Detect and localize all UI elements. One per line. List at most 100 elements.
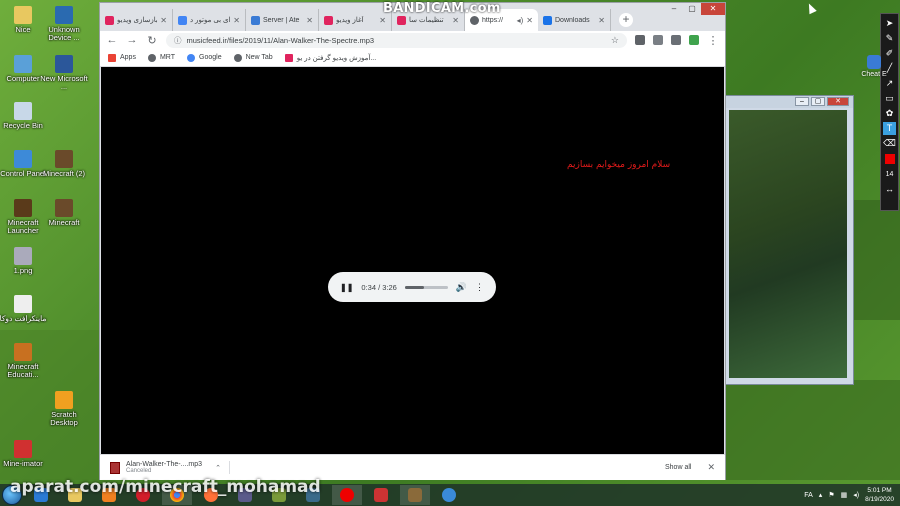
playlist-icon[interactable] <box>671 35 681 45</box>
desktop-icon-cheat[interactable]: Cheat E <box>854 55 894 78</box>
pause-icon[interactable]: ❚❚ <box>340 283 353 292</box>
bookmark-star-icon[interactable]: ☆ <box>611 35 619 46</box>
close-tab-icon[interactable]: ✕ <box>452 16 459 25</box>
bookmark-new-tab[interactable]: New Tab <box>233 53 273 62</box>
volume-icon[interactable]: 🔊 <box>456 282 467 293</box>
network-icon[interactable]: ▦ <box>841 491 848 499</box>
minecraft-icon <box>408 488 422 502</box>
recycle-bin-icon <box>14 102 32 120</box>
desktop-icon-persian-file[interactable]: ماینکرافت دوکا <box>0 295 50 323</box>
minecraft-icon <box>14 199 32 217</box>
close-tab-icon[interactable]: ✕ <box>379 16 386 25</box>
show-all-button[interactable]: Show all <box>665 464 707 471</box>
creeper-avatar-icon[interactable] <box>689 35 699 45</box>
size-value[interactable]: 14 <box>883 168 896 181</box>
google-icon <box>178 15 187 25</box>
flag-icon[interactable]: ⚑ <box>828 491 834 499</box>
desktop-icon-recycle-bin[interactable]: Recycle Bin <box>0 102 50 130</box>
navigation-toolbar: ← → ↻ ⓘ musicfeed.ir/files/2019/11/Alan-… <box>100 31 725 49</box>
apps-grid-icon <box>108 53 116 62</box>
desktop-icon-png[interactable]: 1.png <box>0 247 50 275</box>
eraser-tool-icon[interactable]: ⌫ <box>883 137 896 150</box>
browser-tab[interactable]: Downloads ✕ <box>538 9 611 31</box>
browser-tab[interactable]: ای بی موتور د ✕ <box>173 9 246 31</box>
close-tab-icon[interactable]: ✕ <box>598 16 605 25</box>
reload-icon[interactable]: ↻ <box>146 34 158 47</box>
menu-kebab-icon[interactable]: ⋮ <box>707 34 719 47</box>
text-file-icon <box>14 295 32 313</box>
chevron-up-icon[interactable]: ⌃ <box>215 464 221 472</box>
page-viewport[interactable]: سلام امروز میخوایم بسازیم ❚❚ 0:34 / 3:26… <box>101 67 724 454</box>
seek-bar[interactable] <box>404 285 448 289</box>
close-button[interactable]: ✕ <box>701 3 725 15</box>
desktop-icon-minecraft-2[interactable]: Minecraft (2) <box>37 150 91 178</box>
taskbar-paint[interactable] <box>366 485 396 505</box>
url-text: musicfeed.ir/files/2019/11/Alan-Walker-T… <box>186 35 375 45</box>
desktop-icon-label: ماینکرافت دوکا <box>0 314 47 323</box>
download-status: Canceled <box>126 468 152 474</box>
back-icon[interactable]: ← <box>106 34 118 46</box>
desktop-icon-label: Cheat E <box>861 71 887 78</box>
globe-icon <box>470 15 479 25</box>
record-icon <box>340 488 354 502</box>
text-tool-icon[interactable]: T <box>883 122 896 135</box>
pen-tool-icon[interactable]: ✎ <box>883 32 896 45</box>
game-view[interactable] <box>729 110 847 378</box>
close-tab-icon[interactable]: ✕ <box>526 16 533 25</box>
desktop-icon-unknown-device[interactable]: Unknown Device ... <box>37 6 91 42</box>
desktop-icon-label: Mine-imator <box>3 459 43 468</box>
puzzle-icon[interactable] <box>653 35 663 45</box>
extension-icon[interactable] <box>635 35 645 45</box>
pointer-tool-icon[interactable]: ➤ <box>883 17 896 30</box>
taskbar-app[interactable] <box>434 485 464 505</box>
download-item[interactable]: Alan-Walker-The-....mp3 Canceled ⌃ <box>110 461 230 474</box>
collapse-palette-icon[interactable]: ↔ <box>883 183 896 196</box>
browser-tab[interactable]: بازسازی ویدیو ✕ <box>100 9 173 31</box>
taskbar-bandicam[interactable] <box>332 485 362 505</box>
close-shelf-icon[interactable]: ✕ <box>707 462 715 473</box>
desktop-icon-mine-imator[interactable]: Mine-imator <box>0 440 50 468</box>
desktop-icon-minecraft-education[interactable]: Minecraft Educati... <box>0 343 50 379</box>
language-indicator[interactable]: FA <box>804 492 813 499</box>
browser-tab[interactable]: آغاز ویدیو ✕ <box>319 9 392 31</box>
bookmark-google[interactable]: Google <box>187 53 222 62</box>
desktop-icon-label: Minecraft <box>48 218 80 227</box>
info-icon[interactable]: ⓘ <box>174 35 182 46</box>
minimize-button[interactable]: – <box>665 3 683 15</box>
desktop-icon-minecraft[interactable]: Minecraft <box>37 199 91 227</box>
speaker-icon[interactable]: ◂) <box>517 16 524 25</box>
tray-chevron-icon[interactable]: ▴ <box>819 491 823 499</box>
desktop-icon-label: Nice <box>15 25 31 34</box>
desktop-icon-label: Minecraft (2) <box>42 169 86 178</box>
stamp-tool-icon[interactable]: ✿ <box>883 107 896 120</box>
close-tab-icon[interactable]: ✕ <box>306 16 313 25</box>
color-swatch[interactable] <box>884 154 895 164</box>
maximize-button[interactable]: ▢ <box>811 97 825 106</box>
volume-icon[interactable]: ◂) <box>853 491 859 499</box>
clock[interactable]: 5:01 PM 8/19/2020 <box>865 486 894 504</box>
bookmark-persian[interactable]: آموزش ویدیو گرفتن در یو... <box>284 53 376 62</box>
bookmark-mrt[interactable]: MRT <box>147 53 175 62</box>
bookmark-apps[interactable]: Apps <box>108 53 136 62</box>
address-bar[interactable]: ⓘ musicfeed.ir/files/2019/11/Alan-Walker… <box>166 32 627 48</box>
desktop-icon-label: Unknown Device ... <box>48 25 80 42</box>
background-window-titlebar[interactable]: – ▢ ✕ <box>723 96 853 108</box>
maximize-button[interactable]: ▢ <box>683 3 701 15</box>
rectangle-tool-icon[interactable]: ▭ <box>883 92 896 105</box>
download-icon <box>543 15 552 25</box>
close-tab-icon[interactable]: ✕ <box>160 16 167 25</box>
background-window[interactable]: – ▢ ✕ <box>722 95 854 385</box>
forward-icon[interactable]: → <box>126 34 138 46</box>
arrow-tool-icon[interactable]: ↗ <box>883 77 896 90</box>
minimize-button[interactable]: – <box>795 97 809 106</box>
browser-tab[interactable]: Server | Ate ✕ <box>246 9 319 31</box>
close-tab-icon[interactable]: ✕ <box>233 16 240 25</box>
system-tray: FA ▴ ⚑ ▦ ◂) 5:01 PM 8/19/2020 <box>804 486 894 504</box>
close-button[interactable]: ✕ <box>827 97 849 106</box>
desktop-icon-new-microsoft[interactable]: New Microsoft ... <box>37 55 91 91</box>
new-tab-button[interactable]: + <box>619 13 633 27</box>
desktop-icon-scratch[interactable]: Scratch Desktop <box>37 391 91 427</box>
more-options-icon[interactable]: ⋮ <box>475 282 484 293</box>
mouse-cursor-icon <box>805 1 817 15</box>
taskbar-minecraft[interactable] <box>400 485 430 505</box>
